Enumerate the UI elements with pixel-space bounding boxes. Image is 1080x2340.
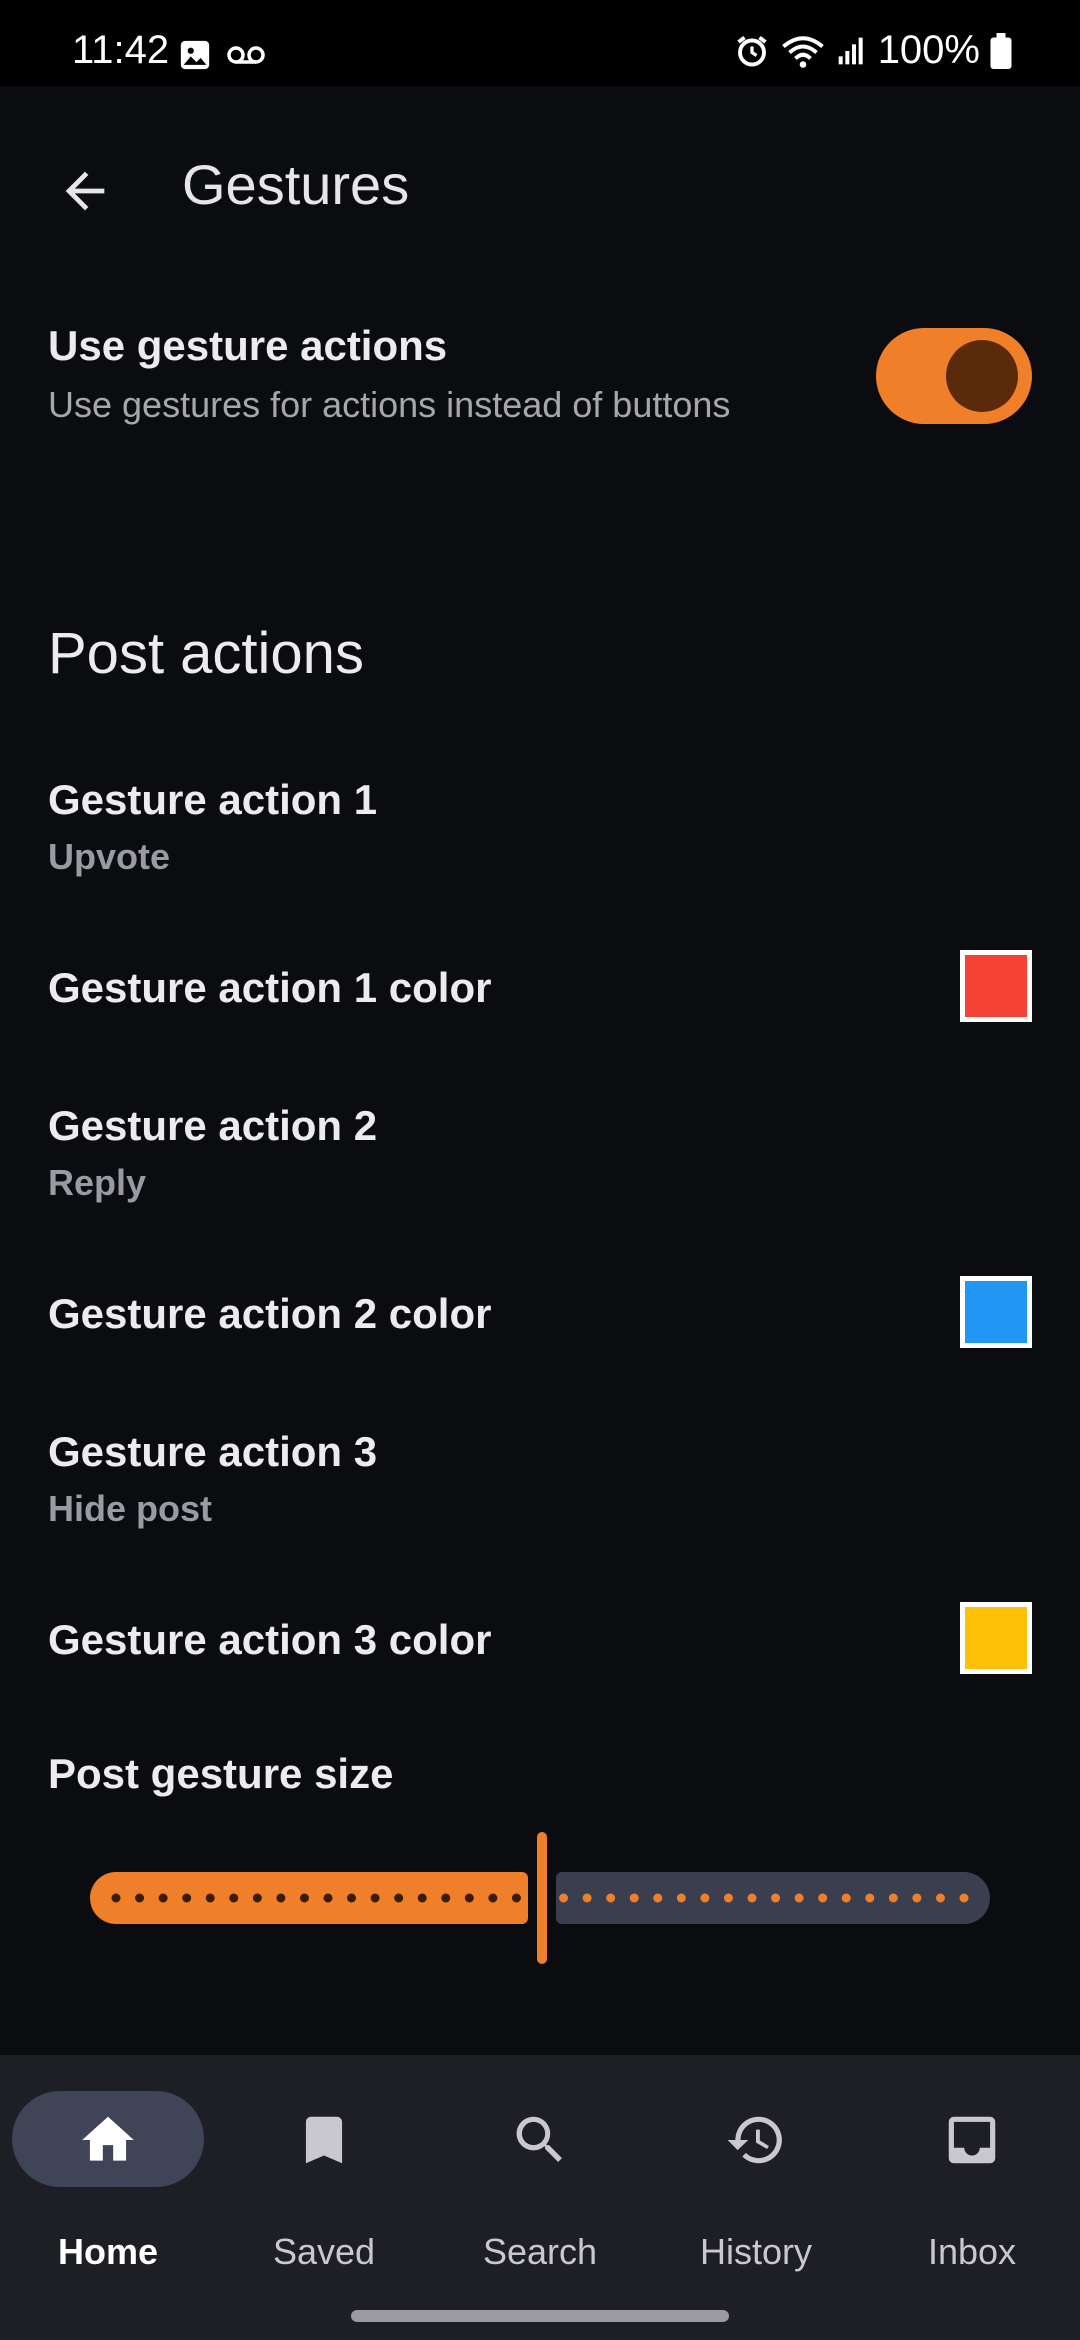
- slider-tick: [229, 1893, 239, 1903]
- screen: 11:42 100% Gestures Use gesture actions …: [0, 0, 1080, 2340]
- slider-tick: [323, 1893, 333, 1903]
- page-title: Gestures: [182, 153, 410, 216]
- slider-tick: [653, 1893, 663, 1903]
- gesture-action-2-color-row[interactable]: Gesture action 2 color: [0, 1256, 1080, 1366]
- toggle-text: Use gesture actions Use gestures for act…: [48, 322, 730, 426]
- inbox-icon: [948, 2116, 996, 2164]
- gesture-actions-toggle[interactable]: [876, 328, 1032, 424]
- toggle-knob: [946, 340, 1018, 412]
- slider-tick: [488, 1893, 498, 1903]
- slider-tick: [559, 1893, 569, 1903]
- slider-tick: [935, 1893, 945, 1903]
- gesture-action-3-color-swatch[interactable]: [960, 1602, 1032, 1674]
- use-gesture-actions-title: Use gesture actions: [48, 322, 448, 369]
- nav-search-label: Search: [482, 2231, 598, 2272]
- image-icon: [180, 40, 210, 70]
- nav-history-label: History: [699, 2231, 812, 2272]
- slider-tick: [347, 1893, 357, 1903]
- back-button[interactable]: [40, 146, 130, 236]
- nav-home[interactable]: Home: [0, 2055, 216, 2285]
- status-right: 100%: [734, 28, 1012, 73]
- nav-home-label: Home: [57, 2231, 159, 2272]
- slider-tick: [747, 1893, 757, 1903]
- home-icon: [82, 2116, 134, 2161]
- slider-tick: [441, 1893, 451, 1903]
- post-actions-header: Post actions: [48, 621, 364, 686]
- nav-search[interactable]: Search: [432, 2055, 648, 2285]
- slider-tick: [417, 1893, 427, 1903]
- nav-saved[interactable]: Saved: [216, 2055, 432, 2285]
- gesture-action-3-color-row[interactable]: Gesture action 3 color: [0, 1582, 1080, 1692]
- slider-thumb[interactable]: [537, 1832, 547, 1964]
- gesture-action-2-row[interactable]: Gesture action 2 Reply: [0, 1096, 1080, 1216]
- gesture-action-1-color-row[interactable]: Gesture action 1 color: [0, 930, 1080, 1040]
- gesture-action-3-row[interactable]: Gesture action 3 Hide post: [0, 1422, 1080, 1542]
- slider-tick: [794, 1893, 804, 1903]
- gesture-action-1-color-swatch[interactable]: [960, 950, 1032, 1022]
- status-time: 11:42: [72, 28, 170, 72]
- gesture-action-2-title: Gesture action 2: [48, 1102, 378, 1149]
- nav-inbox[interactable]: Inbox: [864, 2055, 1080, 2285]
- search-icon: [516, 2116, 562, 2162]
- alarm-icon: [737, 35, 767, 66]
- slider-tick: [394, 1893, 404, 1903]
- slider-tick: [959, 1893, 969, 1903]
- app-bar: Gestures: [0, 86, 1080, 286]
- history-icon: [727, 2116, 782, 2164]
- slider-tick: [111, 1893, 121, 1903]
- use-gesture-actions-subtitle: Use gestures for actions instead of butt…: [48, 384, 731, 425]
- slider-tick: [629, 1893, 639, 1903]
- post-gesture-size-slider[interactable]: [90, 1832, 990, 1964]
- nav-inbox-label: Inbox: [927, 2231, 1017, 2272]
- slider-tick: [299, 1893, 309, 1903]
- slider-tick: [606, 1893, 616, 1903]
- slider-tick: [205, 1893, 215, 1903]
- gesture-action-1-title: Gesture action 1: [48, 776, 378, 823]
- slider-tick: [676, 1893, 686, 1903]
- gesture-action-1-row[interactable]: Gesture action 1 Upvote: [0, 770, 1080, 890]
- post-gesture-size-row: Post gesture size: [0, 1750, 1080, 1810]
- post-gesture-size-title: Post gesture size: [48, 1750, 394, 1797]
- gesture-action-2-value: Reply: [48, 1162, 147, 1203]
- status-left-icons: [178, 38, 266, 72]
- slider-tick: [182, 1893, 192, 1903]
- slider-tick: [818, 1893, 828, 1903]
- slider-tick: [135, 1893, 145, 1903]
- signal-icon: [838, 37, 863, 64]
- slider-tick: [888, 1893, 898, 1903]
- home-indicator: [351, 2310, 729, 2322]
- slider-tick: [700, 1893, 710, 1903]
- wifi-icon: [781, 35, 824, 68]
- slider-tick: [912, 1893, 922, 1903]
- slider-tick: [252, 1893, 262, 1903]
- slider-tick: [276, 1893, 286, 1903]
- gesture-action-3-value: Hide post: [48, 1488, 213, 1529]
- slider-tick: [370, 1893, 380, 1903]
- slider-tick: [771, 1893, 781, 1903]
- slider-tick: [841, 1893, 851, 1903]
- bottom-navigation: Home Saved Search History Inbox: [0, 2055, 1080, 2340]
- nav-history[interactable]: History: [648, 2055, 864, 2285]
- gesture-action-2-color-swatch[interactable]: [960, 1276, 1032, 1348]
- voicemail-icon: [227, 46, 265, 64]
- gesture-action-3-title: Gesture action 3: [48, 1428, 378, 1475]
- slider-tick: [511, 1893, 521, 1903]
- gesture-action-3-color-title: Gesture action 3 color: [48, 1616, 492, 1663]
- battery-percent: 100%: [877, 28, 980, 72]
- nav-saved-label: Saved: [272, 2231, 376, 2272]
- slider-tick: [158, 1893, 168, 1903]
- gesture-action-1-value: Upvote: [48, 836, 171, 877]
- battery-icon: [990, 32, 1012, 69]
- bookmark-icon: [305, 2116, 343, 2164]
- use-gesture-actions-row[interactable]: Use gesture actions Use gestures for act…: [0, 310, 1080, 450]
- gesture-action-1-color-title: Gesture action 1 color: [48, 964, 492, 1011]
- gesture-action-2-color-title: Gesture action 2 color: [48, 1290, 492, 1337]
- slider-tick: [464, 1893, 474, 1903]
- slider-tick: [582, 1893, 592, 1903]
- slider-tick: [723, 1893, 733, 1903]
- status-bar: 11:42 100%: [0, 0, 1080, 86]
- slider-tick: [865, 1893, 875, 1903]
- arrow-back-icon: [65, 171, 105, 211]
